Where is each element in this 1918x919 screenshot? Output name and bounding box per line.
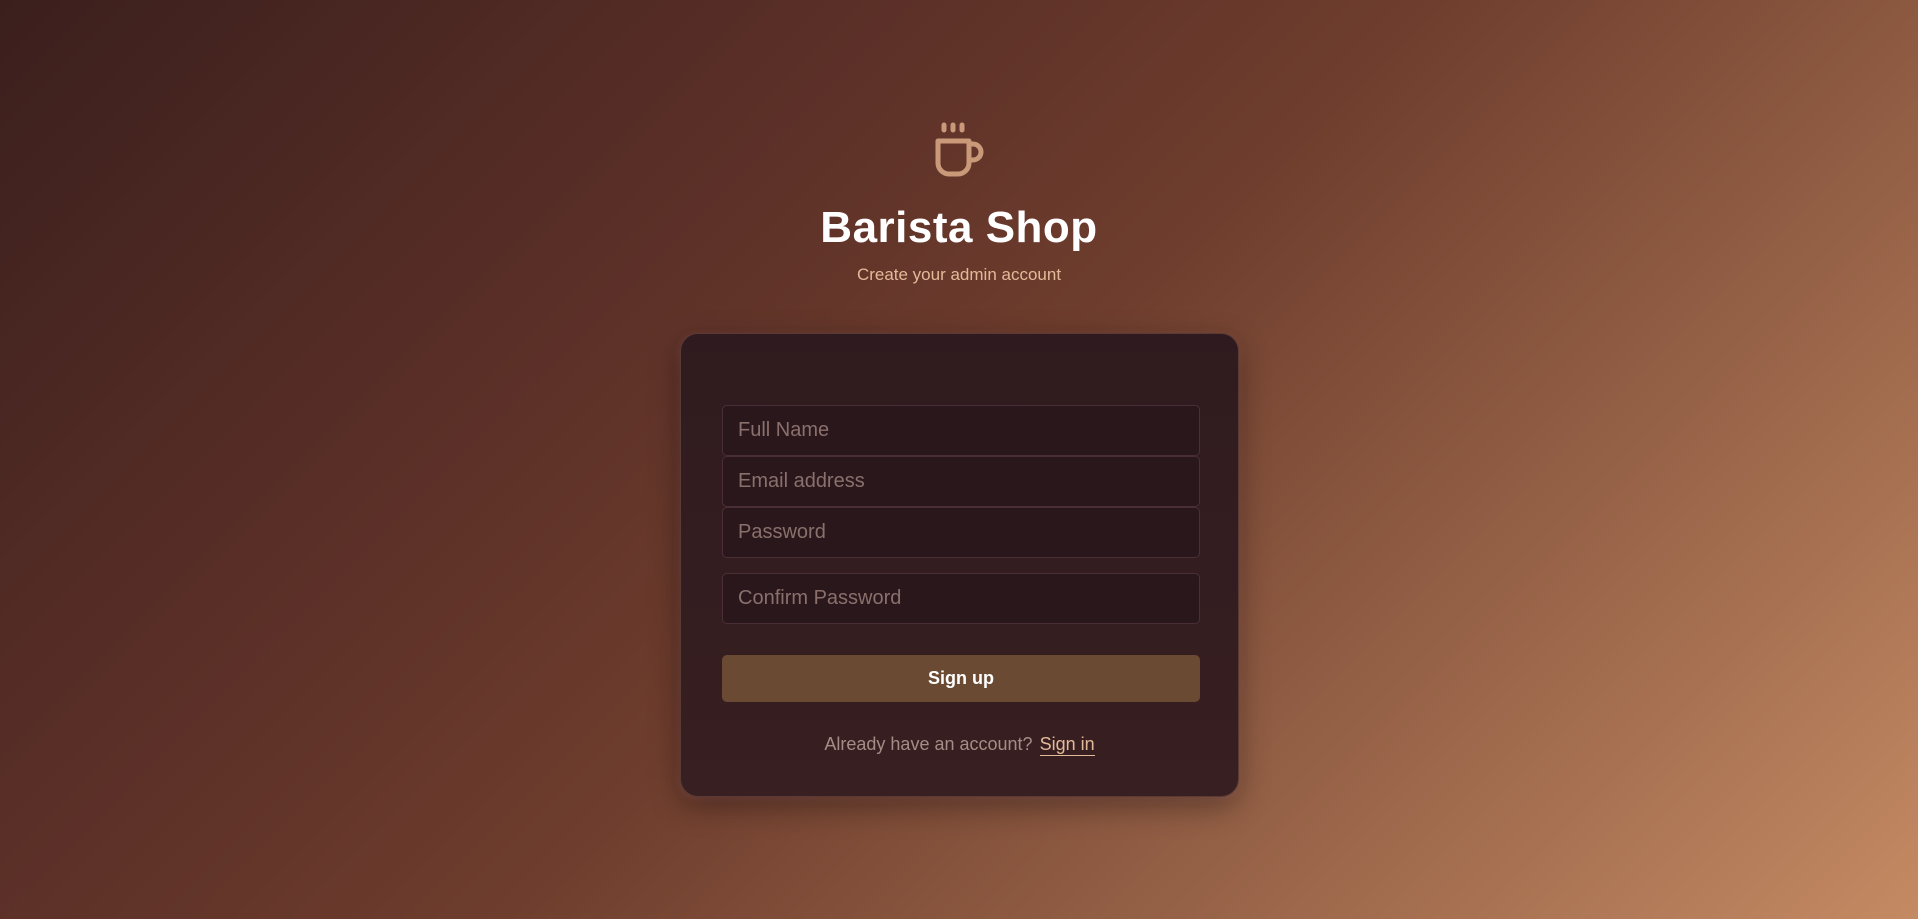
password-input[interactable] xyxy=(722,507,1200,558)
coffee-cup-icon xyxy=(935,122,984,177)
sign-up-button[interactable]: Sign up xyxy=(722,655,1200,702)
page-subtitle: Create your admin account xyxy=(856,265,1062,284)
full-name-input[interactable] xyxy=(722,405,1200,456)
page-title: Barista Shop xyxy=(820,203,1098,252)
signin-prompt-text: Already have an account? xyxy=(824,734,1033,754)
signin-prompt: Already have an account? Sign in xyxy=(681,734,1238,756)
signup-card: Sign up Already have an account? Sign in xyxy=(680,333,1239,797)
sign-in-link[interactable]: Sign in xyxy=(1039,734,1095,756)
confirm-password-input[interactable] xyxy=(722,573,1200,624)
brand-header: Barista Shop Create your admin account xyxy=(0,120,1918,285)
email-input[interactable] xyxy=(722,456,1200,507)
